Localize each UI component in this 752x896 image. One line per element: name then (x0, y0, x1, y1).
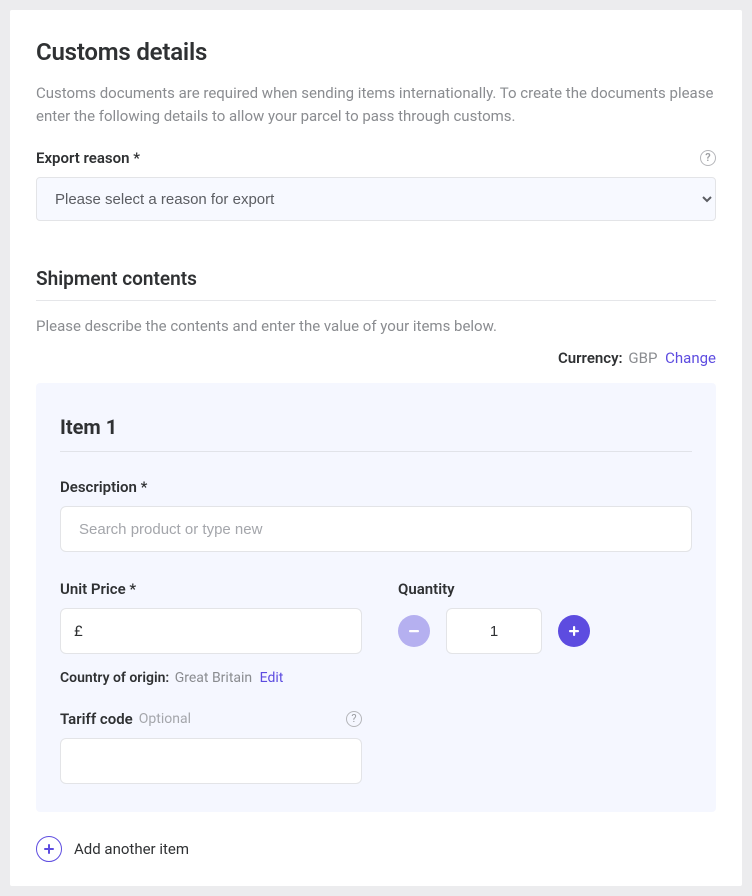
unit-price-col: Unit Price * £ Country of origin: Great … (60, 580, 362, 784)
description-label-row: Description * (60, 478, 692, 496)
shipment-contents-description: Please describe the contents and enter t… (36, 317, 716, 335)
unit-price-label: Unit Price * (60, 580, 136, 598)
quantity-input[interactable] (446, 608, 542, 654)
quantity-stepper (398, 608, 692, 654)
tariff-input[interactable] (60, 738, 362, 784)
currency-change-link[interactable]: Change (665, 349, 716, 367)
tariff-label-row: Tariff code Optional ? (60, 710, 362, 728)
tariff-block: Tariff code Optional ? (60, 710, 362, 784)
currency-label: Currency: (558, 349, 623, 367)
item-card: Item 1 Description * Unit Price * £ Coun… (36, 383, 716, 812)
description-label: Description * (60, 478, 147, 496)
currency-symbol: £ (74, 622, 83, 640)
customs-details-card: Customs details Customs documents are re… (10, 10, 742, 886)
minus-icon (407, 624, 421, 638)
help-icon[interactable]: ? (346, 711, 362, 727)
quantity-decrease-button[interactable] (398, 615, 430, 647)
section-subtitle: Customs documents are required when send… (36, 82, 716, 127)
export-reason-select-wrap: Please select a reason for export (36, 177, 716, 221)
quantity-label: Quantity (398, 580, 455, 598)
unit-price-input[interactable] (60, 608, 362, 654)
origin-label: Country of origin: (60, 670, 169, 686)
tariff-label: Tariff code (60, 710, 133, 728)
origin-value: Great Britain (175, 670, 252, 686)
currency-value: GBP (628, 349, 657, 367)
plus-circle-icon (36, 836, 62, 862)
unit-price-label-row: Unit Price * (60, 580, 362, 598)
export-reason-select[interactable]: Please select a reason for export (36, 177, 716, 221)
quantity-increase-button[interactable] (558, 615, 590, 647)
shipment-contents-heading: Shipment contents (36, 267, 716, 301)
origin-edit-link[interactable]: Edit (260, 670, 284, 686)
quantity-col: Quantity (398, 580, 692, 784)
add-item-label: Add another item (74, 840, 189, 858)
plus-icon (567, 624, 581, 638)
export-reason-label-row: Export reason * ? (36, 149, 716, 167)
help-icon[interactable]: ? (700, 150, 716, 166)
tariff-optional: Optional (139, 711, 191, 727)
add-item-button[interactable]: Add another item (36, 836, 716, 862)
export-reason-label: Export reason * (36, 149, 140, 167)
currency-row: Currency: GBP Change (36, 349, 716, 367)
quantity-label-row: Quantity (398, 580, 692, 598)
origin-row: Country of origin: Great Britain Edit (60, 670, 362, 686)
section-title: Customs details (36, 38, 716, 66)
item-title: Item 1 (60, 415, 692, 452)
description-input[interactable] (60, 506, 692, 552)
